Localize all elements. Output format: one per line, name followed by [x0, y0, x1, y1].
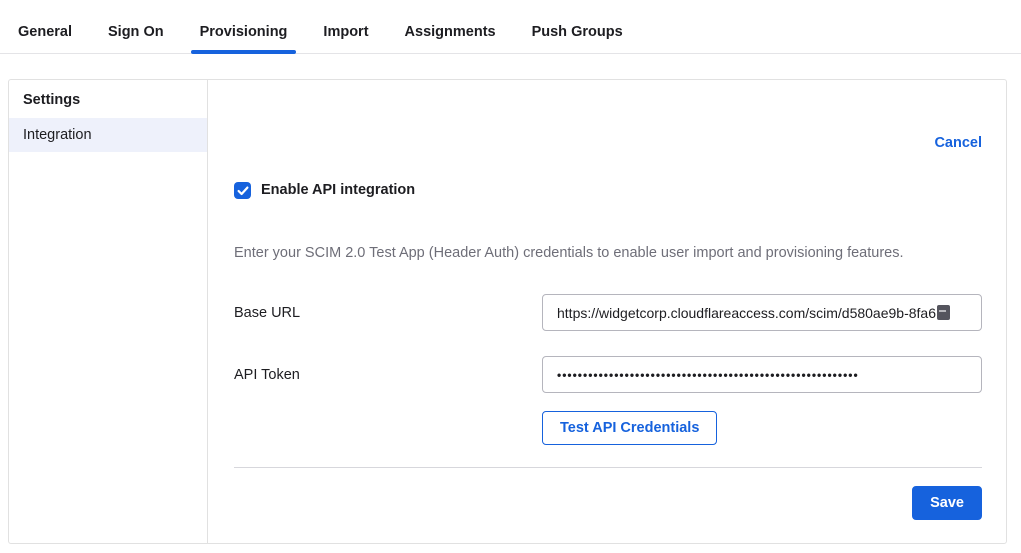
base-url-input[interactable]: https://widgetcorp.cloudflareaccess.com/… [542, 294, 982, 331]
sidebar-item-integration[interactable]: Integration [9, 118, 207, 152]
enable-api-row: Enable API integration [234, 182, 982, 199]
base-url-label: Base URL [234, 305, 542, 321]
tab-import[interactable]: Import [314, 24, 377, 53]
save-button[interactable]: Save [912, 486, 982, 520]
form-divider [234, 467, 982, 468]
api-token-label: API Token [234, 367, 542, 383]
enable-api-label: Enable API integration [261, 182, 415, 199]
test-credentials-row: Test API Credentials [542, 411, 982, 445]
credentials-description: Enter your SCIM 2.0 Test App (Header Aut… [234, 244, 982, 262]
base-url-value: https://widgetcorp.cloudflareaccess.com/… [557, 305, 936, 321]
tab-general[interactable]: General [9, 24, 81, 53]
tab-sign-on[interactable]: Sign On [99, 24, 173, 53]
api-token-input[interactable]: ••••••••••••••••••••••••••••••••••••••••… [542, 356, 982, 393]
checkmark-icon [237, 186, 249, 196]
tab-assignments[interactable]: Assignments [396, 24, 505, 53]
text-selection-artifact [937, 305, 950, 320]
integration-form: Cancel Enable API integration Enter your… [208, 80, 1006, 543]
cancel-button[interactable]: Cancel [934, 135, 982, 151]
enable-api-checkbox[interactable] [234, 182, 251, 199]
api-token-row: API Token ••••••••••••••••••••••••••••••… [234, 356, 982, 393]
save-row: Save [234, 486, 982, 520]
provisioning-panel: Settings Integration Cancel Enable API i… [8, 79, 1007, 544]
api-token-masked-value: ••••••••••••••••••••••••••••••••••••••••… [557, 368, 859, 382]
cancel-row: Cancel [234, 134, 982, 152]
tab-push-groups[interactable]: Push Groups [523, 24, 632, 53]
settings-sidebar: Settings Integration [9, 80, 208, 543]
test-api-credentials-button[interactable]: Test API Credentials [542, 411, 717, 445]
base-url-row: Base URL https://widgetcorp.cloudflareac… [234, 294, 982, 331]
app-tab-bar: General Sign On Provisioning Import Assi… [0, 0, 1021, 54]
sidebar-heading-settings: Settings [9, 80, 207, 118]
tab-provisioning[interactable]: Provisioning [191, 24, 297, 53]
